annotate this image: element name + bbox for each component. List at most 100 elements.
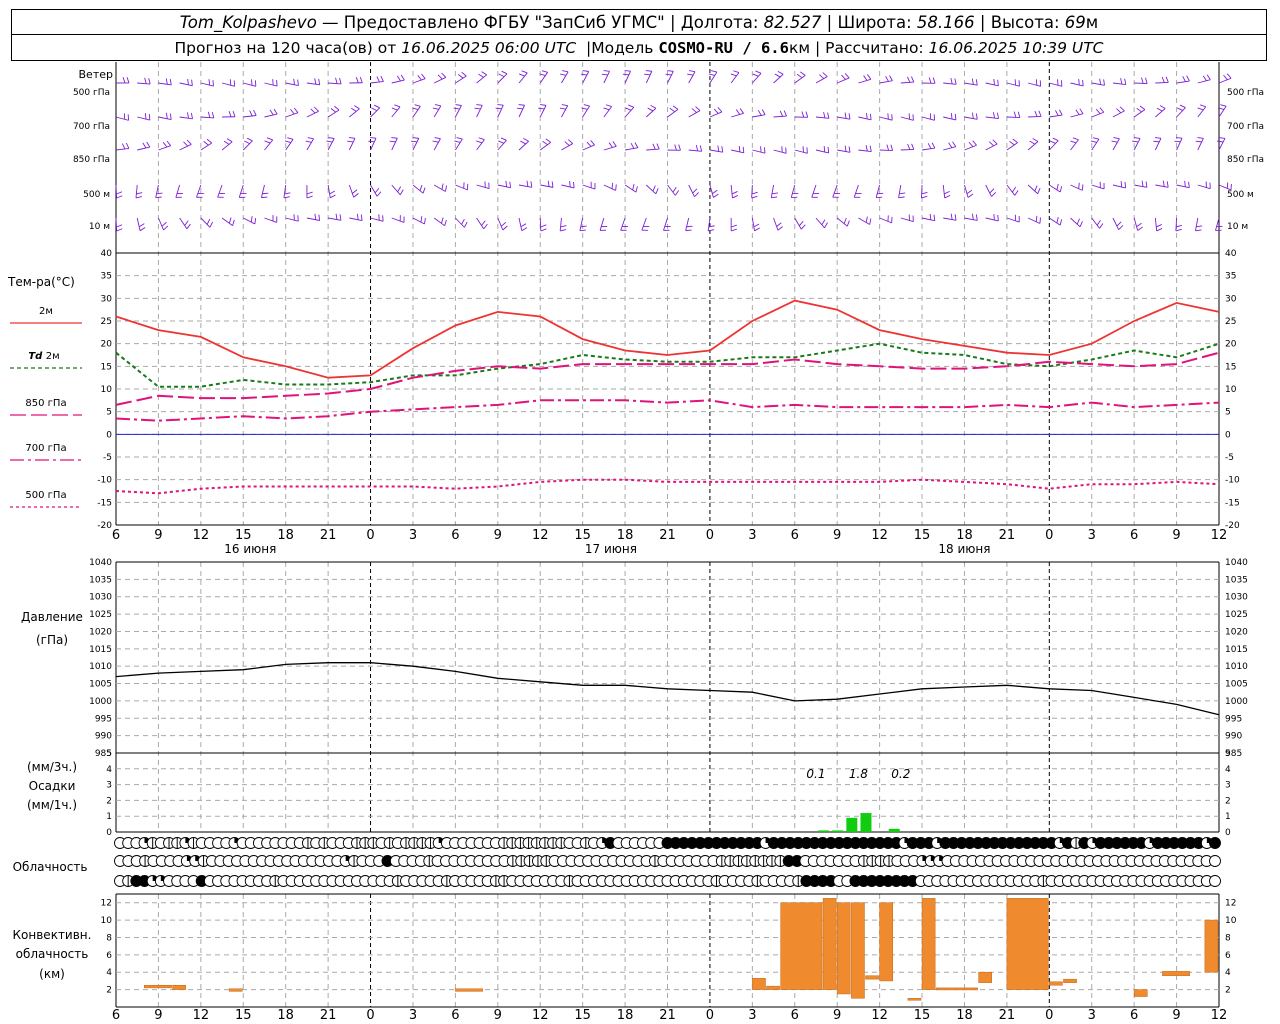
time-axis-top: 6 9 12 15 18 21 0 3 6 9 12 15 18 21 0 3 6 9 12 15 18 21 0 3 6 9 12 bbox=[112, 528, 1227, 543]
wind-barb-flag bbox=[798, 220, 804, 227]
pressure-tick-right: 1005 bbox=[1225, 680, 1248, 690]
wind-barb-flag bbox=[540, 224, 547, 228]
wind-barb-flag bbox=[800, 224, 806, 230]
wind-barb-flag bbox=[244, 140, 250, 145]
wind-barb-flag bbox=[441, 217, 444, 224]
wind-barb-flag bbox=[355, 77, 359, 83]
wind-barb-flag bbox=[559, 107, 566, 110]
wind-barb-flag bbox=[161, 221, 167, 227]
wind-barb-flag bbox=[476, 140, 483, 144]
wind-barb-flag bbox=[1182, 76, 1186, 82]
wind-barb-flag bbox=[691, 108, 697, 113]
wind-barb bbox=[1091, 111, 1105, 118]
wind-barb-flag bbox=[169, 113, 172, 120]
wind-barb bbox=[412, 217, 425, 225]
wind-barb-flag bbox=[461, 218, 465, 225]
wind-barb bbox=[559, 217, 562, 231]
hour-tick-label: 15 bbox=[235, 528, 252, 543]
wind-barb bbox=[518, 217, 523, 231]
wind-barb-flag bbox=[394, 104, 401, 108]
wind-barb-flag bbox=[615, 184, 617, 191]
wind-barb bbox=[518, 184, 532, 188]
hour-tick-label: 9 bbox=[833, 1008, 841, 1023]
wind-barb-flag bbox=[1197, 107, 1204, 111]
hour-tick-label: 15 bbox=[235, 1008, 252, 1023]
wind-barb-flag bbox=[721, 146, 724, 153]
hour-tick-label: 12 bbox=[1211, 528, 1228, 543]
wind-barb-flag bbox=[713, 108, 719, 114]
hour-tick-label: 21 bbox=[999, 528, 1016, 543]
hour-tick-label: 6 bbox=[791, 528, 799, 543]
wind-barb bbox=[1070, 217, 1081, 228]
wind-barb-flag bbox=[335, 213, 338, 220]
wind-barb-flag bbox=[733, 70, 740, 74]
wind-barb-flag bbox=[1029, 140, 1036, 145]
wind-barb bbox=[561, 184, 575, 189]
wind-barb bbox=[752, 149, 766, 154]
wind-barb bbox=[1048, 140, 1059, 151]
wind-barb bbox=[497, 217, 504, 231]
wind-barb-flag bbox=[156, 192, 163, 195]
wind-barb bbox=[391, 217, 405, 223]
wind-barb bbox=[242, 140, 253, 151]
wind-barb bbox=[964, 217, 978, 221]
wind-barb bbox=[412, 138, 420, 151]
wind-barb-flag bbox=[971, 112, 974, 119]
wind-barb-flag bbox=[414, 104, 421, 107]
wind-barb bbox=[1195, 217, 1199, 231]
wind-barb-flag bbox=[997, 79, 999, 86]
wind-barb bbox=[348, 138, 356, 151]
wind-barb-flag bbox=[771, 192, 778, 195]
wind-barb-flag bbox=[253, 109, 257, 116]
pressure-tick-right: 1020 bbox=[1225, 627, 1248, 637]
wind-barb-flag bbox=[625, 107, 632, 111]
conv-bar bbox=[228, 988, 243, 992]
temp-tick-left: 30 bbox=[101, 294, 113, 304]
wind-barb-flag bbox=[1014, 190, 1019, 196]
wind-barb-flag bbox=[139, 227, 146, 232]
wind-barb bbox=[582, 184, 596, 190]
wind-barb-flag bbox=[869, 218, 872, 225]
hour-tick-label: 21 bbox=[320, 528, 337, 543]
wind-barb-flag bbox=[1141, 77, 1144, 84]
wind-barb bbox=[1112, 82, 1126, 86]
wind-barb bbox=[264, 217, 277, 223]
wind-barb-flag bbox=[444, 219, 447, 226]
wind-barb bbox=[238, 184, 244, 198]
wind-barb-flag bbox=[644, 73, 651, 76]
wind-barb-flag bbox=[819, 74, 825, 79]
wind-barb-flag bbox=[667, 70, 674, 72]
wind-barb bbox=[328, 82, 342, 85]
wind-barb-flag bbox=[911, 143, 915, 150]
wind-barb bbox=[518, 105, 525, 118]
wind-barb-flag bbox=[652, 143, 656, 150]
wind-barb-flag bbox=[509, 181, 511, 188]
wind-barb-flag bbox=[1156, 107, 1163, 112]
precip-tick-left: 0 bbox=[106, 828, 112, 838]
temp-tick-left: 25 bbox=[101, 317, 112, 327]
wind-barb-flag bbox=[391, 137, 398, 139]
wind-barb-flag bbox=[560, 225, 567, 228]
legend-label: 500 гПа bbox=[25, 490, 66, 501]
conv-tick-right: 6 bbox=[1225, 951, 1231, 961]
wind-barb-flag bbox=[685, 229, 692, 232]
wind-barb-flag bbox=[186, 139, 192, 145]
precip-unit-3h: (мм/3ч.) bbox=[27, 760, 77, 774]
wind-barb-flag bbox=[823, 146, 826, 153]
conv-bar bbox=[1063, 978, 1077, 983]
temp-grid: 40 40 35 35 30 30 25 25 20 20 15 15 10 10 5 5 0 0 -5 -5 -10 -… bbox=[97, 249, 1240, 531]
wind-barb-flag bbox=[630, 142, 635, 149]
hour-tick-label: 12 bbox=[532, 1008, 549, 1023]
wind-barb-flag bbox=[314, 106, 319, 112]
wind-barb bbox=[285, 82, 299, 87]
wind-barb bbox=[1027, 217, 1041, 224]
wind-barb bbox=[175, 184, 181, 198]
wind-barb-flag bbox=[869, 113, 872, 120]
wind-barb-flag bbox=[434, 137, 441, 140]
wind-barb-flag bbox=[628, 104, 634, 108]
wind-barb-flag bbox=[590, 140, 595, 146]
day-label: 16 июня bbox=[224, 542, 276, 556]
wind-barb-flag bbox=[988, 141, 994, 147]
wind-barb bbox=[1091, 82, 1105, 86]
hour-tick-label: 6 bbox=[451, 1008, 459, 1023]
